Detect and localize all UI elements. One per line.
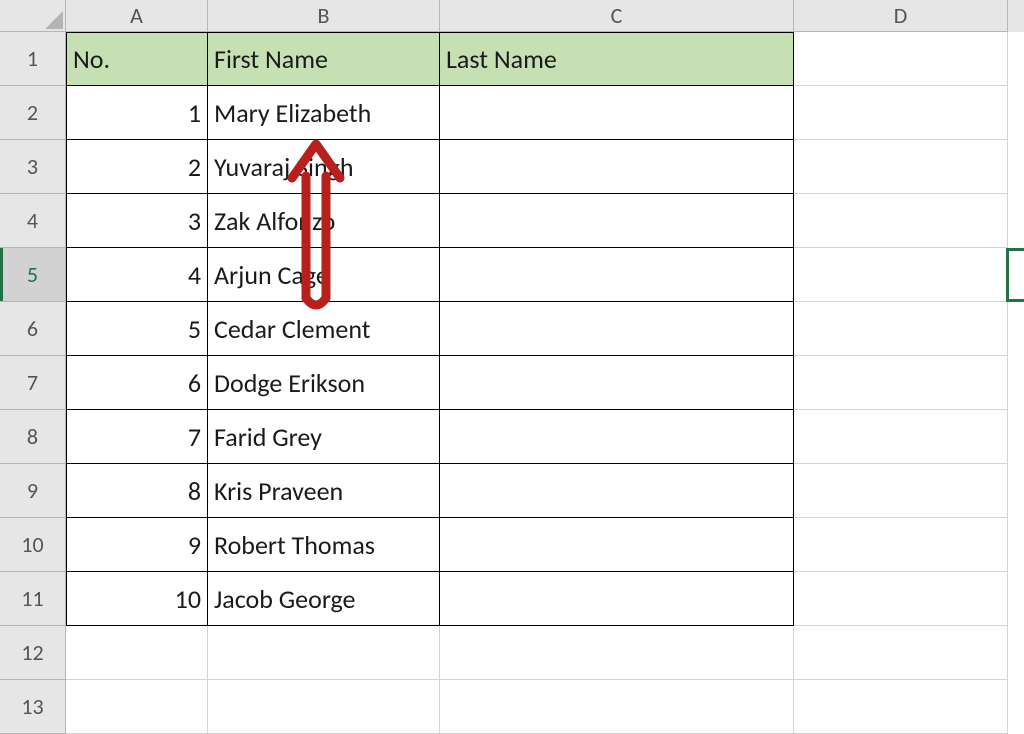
cell-D2[interactable] — [794, 86, 1008, 140]
cell-D9[interactable] — [794, 464, 1008, 518]
row-header-11[interactable]: 11 — [0, 572, 66, 626]
column-header-B[interactable]: B — [208, 0, 440, 32]
cell-B1[interactable]: First Name — [208, 32, 440, 86]
select-all-triangle-icon — [45, 11, 63, 29]
cell-A3[interactable]: 2 — [66, 140, 208, 194]
row-header-9[interactable]: 9 — [0, 464, 66, 518]
row: 3 2 Yuvaraj Singh — [0, 140, 1024, 194]
cell-D12[interactable] — [794, 626, 1008, 680]
row: 9 8 Kris Praveen — [0, 464, 1024, 518]
cell-B3[interactable]: Yuvaraj Singh — [208, 140, 440, 194]
cell-D4[interactable] — [794, 194, 1008, 248]
column-header-bar: A B C D — [0, 0, 1024, 32]
cell-D6[interactable] — [794, 302, 1008, 356]
cell-C7[interactable] — [440, 356, 794, 410]
cell-B7[interactable]: Dodge Erikson — [208, 356, 440, 410]
cell-B2[interactable]: Mary Elizabeth — [208, 86, 440, 140]
cell-D8[interactable] — [794, 410, 1008, 464]
row: 5 4 Arjun Cage — [0, 248, 1024, 302]
row: 6 5 Cedar Clement — [0, 302, 1024, 356]
column-header-C[interactable]: C — [440, 0, 794, 32]
cell-C12[interactable] — [440, 626, 794, 680]
cell-D3[interactable] — [794, 140, 1008, 194]
cell-D1[interactable] — [794, 32, 1008, 86]
row: 11 10 Jacob George — [0, 572, 1024, 626]
cell-A7[interactable]: 6 — [66, 356, 208, 410]
row: 2 1 Mary Elizabeth — [0, 86, 1024, 140]
row-header-1[interactable]: 1 — [0, 32, 66, 86]
cell-B10[interactable]: Robert Thomas — [208, 518, 440, 572]
cell-D11[interactable] — [794, 572, 1008, 626]
select-all-corner[interactable] — [0, 0, 66, 32]
cell-A6[interactable]: 5 — [66, 302, 208, 356]
row-header-12[interactable]: 12 — [0, 626, 66, 680]
cell-D10[interactable] — [794, 518, 1008, 572]
row: 1 No. First Name Last Name — [0, 32, 1024, 86]
cell-C2[interactable] — [440, 86, 794, 140]
row-header-7[interactable]: 7 — [0, 356, 66, 410]
cell-D7[interactable] — [794, 356, 1008, 410]
cell-A9[interactable]: 8 — [66, 464, 208, 518]
row-header-4[interactable]: 4 — [0, 194, 66, 248]
cell-B11[interactable]: Jacob George — [208, 572, 440, 626]
spreadsheet[interactable]: A B C D 1 No. First Name Last Name 2 1 M… — [0, 0, 1024, 734]
cell-A2[interactable]: 1 — [66, 86, 208, 140]
cell-C4[interactable] — [440, 194, 794, 248]
cell-C1[interactable]: Last Name — [440, 32, 794, 86]
cell-B12[interactable] — [208, 626, 440, 680]
column-header-A[interactable]: A — [66, 0, 208, 32]
cell-C5[interactable] — [440, 248, 794, 302]
column-header-D[interactable]: D — [794, 0, 1008, 32]
cell-B4[interactable]: Zak Alfonzo — [208, 194, 440, 248]
cell-A12[interactable] — [66, 626, 208, 680]
cell-A11[interactable]: 10 — [66, 572, 208, 626]
cell-A5[interactable]: 4 — [66, 248, 208, 302]
row: 12 — [0, 626, 1024, 680]
cell-C11[interactable] — [440, 572, 794, 626]
cell-B9[interactable]: Kris Praveen — [208, 464, 440, 518]
cell-C6[interactable] — [440, 302, 794, 356]
cell-A4[interactable]: 3 — [66, 194, 208, 248]
grid-body: 1 No. First Name Last Name 2 1 Mary Eliz… — [0, 32, 1024, 734]
cell-C3[interactable] — [440, 140, 794, 194]
row: 10 9 Robert Thomas — [0, 518, 1024, 572]
cell-C9[interactable] — [440, 464, 794, 518]
row-header-3[interactable]: 3 — [0, 140, 66, 194]
row: 7 6 Dodge Erikson — [0, 356, 1024, 410]
row-header-8[interactable]: 8 — [0, 410, 66, 464]
row-header-6[interactable]: 6 — [0, 302, 66, 356]
cell-A1[interactable]: No. — [66, 32, 208, 86]
row: 8 7 Farid Grey — [0, 410, 1024, 464]
cell-A8[interactable]: 7 — [66, 410, 208, 464]
cell-B5[interactable]: Arjun Cage — [208, 248, 440, 302]
row: 4 3 Zak Alfonzo — [0, 194, 1024, 248]
row-header-10[interactable]: 10 — [0, 518, 66, 572]
cell-A10[interactable]: 9 — [66, 518, 208, 572]
cell-B6[interactable]: Cedar Clement — [208, 302, 440, 356]
cell-B8[interactable]: Farid Grey — [208, 410, 440, 464]
cell-C10[interactable] — [440, 518, 794, 572]
row-header-5[interactable]: 5 — [0, 248, 66, 302]
cell-D5[interactable] — [794, 248, 1008, 302]
cell-C8[interactable] — [440, 410, 794, 464]
row-header-2[interactable]: 2 — [0, 86, 66, 140]
